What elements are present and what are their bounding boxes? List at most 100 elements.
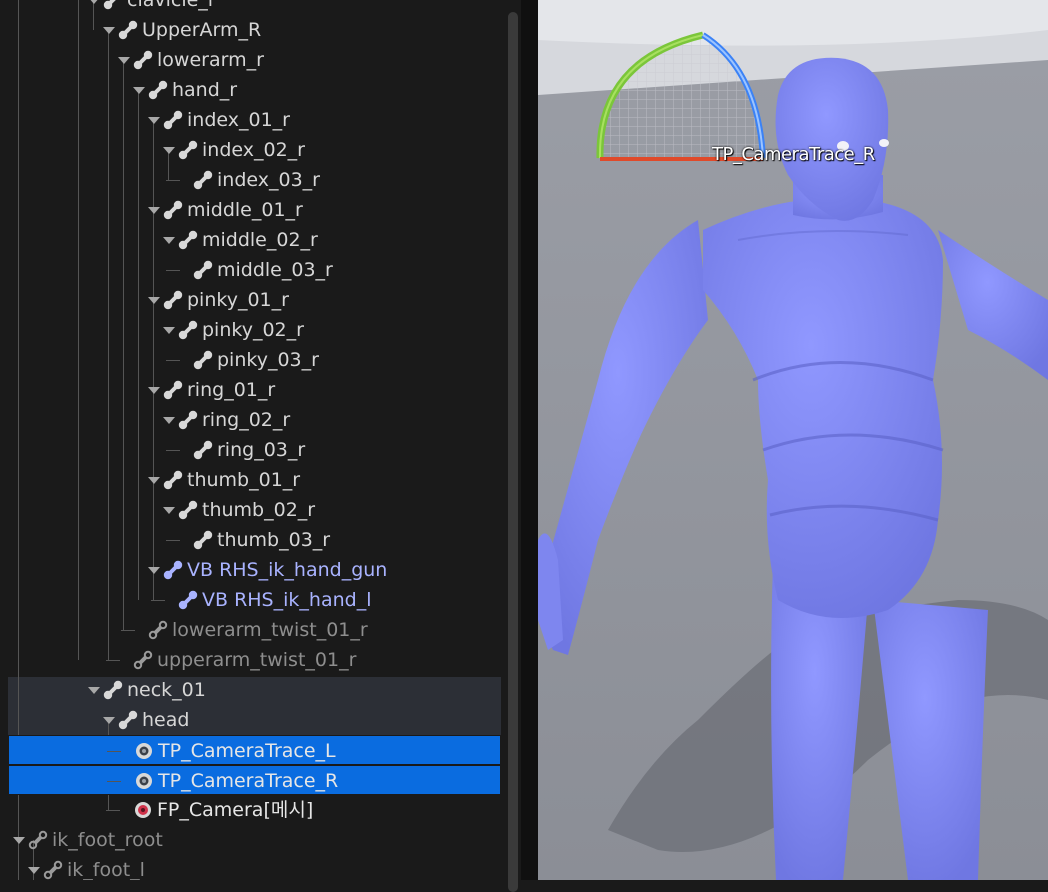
tree-row-label: UpperArm_R	[142, 19, 262, 41]
bone-icon	[177, 229, 199, 251]
tree-row-label: upperarm_twist_01_r	[157, 649, 357, 671]
expand-arrow-icon[interactable]	[163, 147, 175, 154]
bone-icon	[147, 79, 169, 101]
tree-row-pinky-01-r[interactable]: pinky_01_r	[0, 285, 501, 315]
bone-icon	[147, 619, 169, 641]
tree-row-middle-03-r[interactable]: middle_03_r	[0, 255, 501, 285]
expand-arrow-icon[interactable]	[148, 477, 160, 484]
tree-row-index-02-r[interactable]: index_02_r	[0, 135, 501, 165]
expand-arrow-icon[interactable]	[88, 0, 100, 4]
tree-row-hand-r[interactable]: hand_r	[0, 75, 501, 105]
bone-icon	[192, 439, 214, 461]
bone-icon	[177, 319, 199, 341]
tree-row-vb-rhs-ik-hand-l[interactable]: VB RHS_ik_hand_l	[0, 585, 501, 615]
tree-guide-line	[121, 630, 135, 631]
expand-arrow-icon[interactable]	[28, 867, 40, 874]
tree-row-head[interactable]: head	[0, 705, 501, 735]
tree-row-vb-rhs-ik-hand-gun[interactable]: VB RHS_ik_hand_gun	[0, 555, 501, 585]
tree-row-label: neck_01	[127, 679, 206, 701]
tree-row-clavicle-l[interactable]: clavicle_l	[0, 0, 501, 15]
tree-row-pinky-03-r[interactable]: pinky_03_r	[0, 345, 501, 375]
viewport-3d[interactable]: TP_CameraTrace_R	[538, 0, 1048, 880]
bone-icon	[192, 529, 214, 551]
expand-arrow-icon[interactable]	[148, 297, 160, 304]
bone-icon	[177, 139, 199, 161]
expand-arrow-icon[interactable]	[103, 27, 115, 34]
expand-arrow-icon[interactable]	[148, 117, 160, 124]
expand-arrow-icon[interactable]	[163, 327, 175, 334]
expand-arrow-icon[interactable]	[148, 387, 160, 394]
tree-row-ik-foot-l[interactable]: ik_foot_l	[0, 855, 501, 880]
panel-splitter[interactable]	[521, 0, 538, 880]
tree-guide-line	[107, 751, 121, 752]
bone-icon	[162, 469, 184, 491]
expand-arrow-icon[interactable]	[163, 417, 175, 424]
tree-row-label: thumb_01_r	[187, 469, 301, 491]
tree-row-middle-02-r[interactable]: middle_02_r	[0, 225, 501, 255]
tree-guide-line	[166, 450, 180, 451]
socket-icon	[133, 770, 155, 792]
bone-icon	[102, 0, 124, 11]
tree-row-upperarm-twist-01-r[interactable]: upperarm_twist_01_r	[0, 645, 501, 675]
tree-row-ring-03-r[interactable]: ring_03_r	[0, 435, 501, 465]
expand-arrow-icon[interactable]	[163, 507, 175, 514]
bone-icon	[27, 829, 49, 851]
tree-row-index-01-r[interactable]: index_01_r	[0, 105, 501, 135]
viewport-scene	[538, 0, 1048, 880]
tree-row-label: middle_02_r	[202, 229, 318, 251]
tree-row-index-03-r[interactable]: index_03_r	[0, 165, 501, 195]
tree-guide-line	[151, 600, 165, 601]
tree-row-label: ik_foot_root	[52, 829, 163, 851]
bone-icon	[117, 19, 139, 41]
bone-icon	[162, 379, 184, 401]
expand-arrow-icon[interactable]	[118, 57, 130, 64]
tree-row-label: head	[142, 709, 190, 731]
tree-row-ring-01-r[interactable]: ring_01_r	[0, 375, 501, 405]
tree-scrollbar-thumb[interactable]	[508, 12, 518, 892]
tree-row-label: FP_Camera[메시]	[157, 799, 314, 821]
bone-icon	[177, 499, 199, 521]
tree-row-label: ring_02_r	[202, 409, 291, 431]
expand-arrow-icon[interactable]	[13, 837, 25, 844]
bone-icon	[192, 349, 214, 371]
expand-arrow-icon[interactable]	[133, 87, 145, 94]
tree-row-ring-02-r[interactable]: ring_02_r	[0, 405, 501, 435]
tree-row-fp-camera[interactable]: FP_Camera[메시]	[0, 795, 501, 825]
expand-arrow-icon[interactable]	[148, 207, 160, 214]
tree-row-label: pinky_03_r	[217, 349, 319, 371]
bone-icon	[42, 859, 64, 880]
tree-row-upperarm-r[interactable]: UpperArm_R	[0, 15, 501, 45]
expand-arrow-icon[interactable]	[148, 567, 160, 574]
tree-row-lowerarm-twist-01-r[interactable]: lowerarm_twist_01_r	[0, 615, 501, 645]
expand-arrow-icon[interactable]	[88, 687, 100, 694]
tree-guide-line	[166, 540, 180, 541]
tree-guide-line	[166, 180, 180, 181]
tree-row-label: index_02_r	[202, 139, 305, 161]
tree-guide-line	[106, 660, 120, 661]
tree-row-label: thumb_02_r	[202, 499, 316, 521]
bone-icon	[132, 49, 154, 71]
tree-row-label: VB RHS_ik_hand_l	[202, 589, 372, 611]
tree-row-pinky-02-r[interactable]: pinky_02_r	[0, 315, 501, 345]
tree-row-tp-cameratrace-l[interactable]: TP_CameraTrace_L	[8, 735, 501, 765]
bone-icon	[162, 109, 184, 131]
tree-row-lowerarm-r[interactable]: lowerarm_r	[0, 45, 501, 75]
tree-row-thumb-01-r[interactable]: thumb_01_r	[0, 465, 501, 495]
mesh-socket-icon	[132, 799, 154, 821]
tree-row-tp-cameratrace-r[interactable]: TP_CameraTrace_R	[8, 765, 501, 795]
tree-row-label: ring_03_r	[217, 439, 306, 461]
bone-icon	[132, 649, 154, 671]
tree-row-label: lowerarm_r	[157, 49, 264, 71]
tree-row-ik-foot-root[interactable]: ik_foot_root	[0, 825, 501, 855]
bone-icon	[102, 679, 124, 701]
tree-row-label: index_03_r	[217, 169, 320, 191]
bone-icon	[192, 259, 214, 281]
tree-guide-line	[107, 781, 121, 782]
tree-row-neck-01[interactable]: neck_01	[0, 675, 501, 705]
tree-row-thumb-03-r[interactable]: thumb_03_r	[0, 525, 501, 555]
expand-arrow-icon[interactable]	[163, 237, 175, 244]
bone-icon	[162, 289, 184, 311]
expand-arrow-icon[interactable]	[103, 717, 115, 724]
tree-row-middle-01-r[interactable]: middle_01_r	[0, 195, 501, 225]
tree-row-thumb-02-r[interactable]: thumb_02_r	[0, 495, 501, 525]
